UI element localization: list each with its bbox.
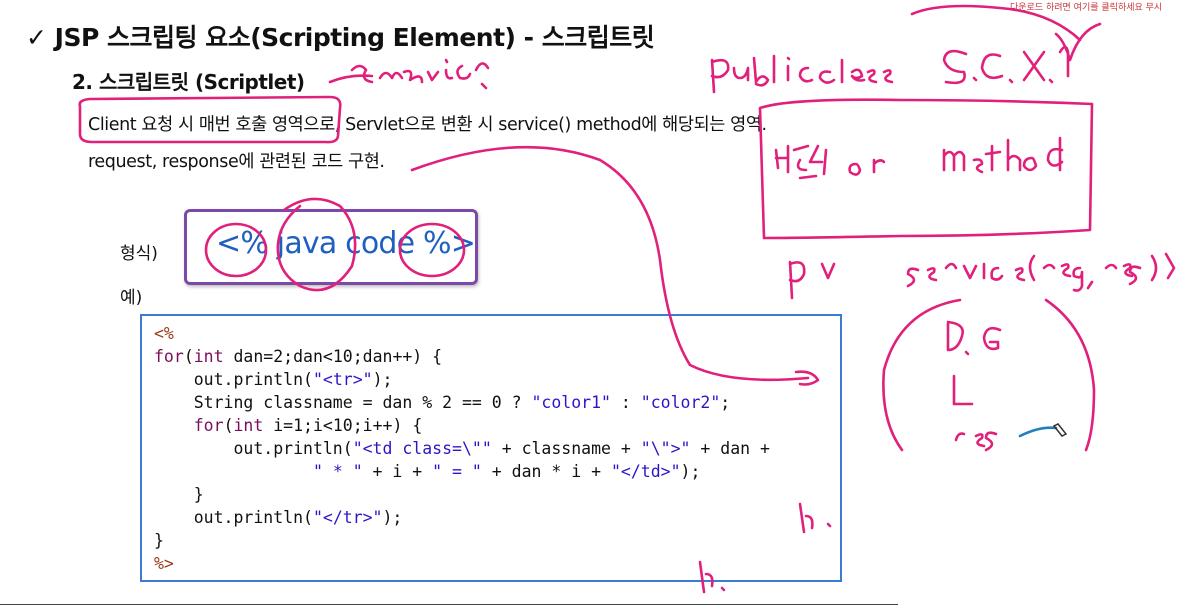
syntax-text: <% java code %>: [216, 226, 476, 261]
code-token: out.println(: [154, 370, 313, 389]
code-token: " = ": [432, 462, 482, 481]
code-token: );: [680, 462, 701, 481]
code-token: "color2": [640, 393, 721, 412]
code-token: out.println(: [154, 508, 313, 527]
code-token: int: [193, 347, 224, 366]
code-token: for: [154, 347, 184, 366]
section-subtitle: 2. 스크립트릿 (Scriptlet): [72, 70, 305, 94]
code-token: + dan * i +: [481, 462, 611, 481]
code-token: :: [610, 393, 641, 412]
page-title-text: JSP 스크립팅 요소(Scripting Element) - 스크립트릿: [54, 23, 655, 52]
code-token: %>: [154, 554, 174, 573]
code-line: out.println("<td class=\"" + classname +…: [154, 437, 770, 460]
bottom-divider: [0, 604, 898, 605]
example-label: 예): [120, 288, 143, 308]
code-example: <% for(int dan=2;dan<10;dan++) { out.prin…: [154, 322, 770, 575]
code-token: + classname +: [491, 439, 641, 458]
code-line: for(int i=1;i<10;i++) {: [154, 414, 770, 437]
code-token: );: [382, 508, 403, 527]
code-line: for(int dan=2;dan<10;dan++) {: [154, 345, 770, 368]
download-notice-bar[interactable]: 다운로드 하려면 여기를 클릭하세요 무시: [1010, 0, 1197, 18]
code-token: (: [223, 416, 234, 435]
code-token: "<td class=\"": [352, 439, 492, 458]
code-token: + i +: [362, 462, 433, 481]
code-token: "<tr>": [312, 370, 373, 389]
code-token: }: [154, 531, 164, 550]
code-line: }: [154, 529, 770, 552]
code-line: out.println("<tr>");: [154, 368, 770, 391]
check-icon: ✓: [26, 23, 47, 52]
code-token: String classname = dan % 2 == 0 ?: [154, 393, 532, 412]
description-line-2: request, response에 관련된 코드 구현.: [88, 152, 385, 172]
code-token: "</td>": [610, 462, 681, 481]
page-title: ✓ JSP 스크립팅 요소(Scripting Element) - 스크립트릿: [26, 18, 655, 54]
code-line: <%: [154, 322, 770, 345]
code-line: " * " + i + " = " + dan * i + "</td>");: [154, 460, 770, 483]
code-token: + dan +: [690, 439, 770, 458]
code-token: out.println(: [154, 439, 353, 458]
code-line: %>: [154, 552, 770, 575]
description-rest: 으로, Servlet으로 변환 시 service() method에 해당되…: [303, 115, 767, 135]
code-line: String classname = dan % 2 == 0 ? "color…: [154, 391, 770, 414]
code-token: "\">": [640, 439, 691, 458]
code-token: (: [183, 347, 194, 366]
code-token: "color1": [531, 393, 611, 412]
code-token: );: [372, 370, 393, 389]
code-token: int: [233, 416, 264, 435]
code-token: }: [154, 485, 204, 504]
description-line-1: Client 요청 시 매번 호출 영역으로, Servlet으로 변환 시 s…: [88, 111, 767, 136]
format-label: 형식): [120, 244, 158, 264]
code-token: for: [193, 416, 224, 435]
code-token: " * ": [312, 462, 363, 481]
code-token: i=1;i<10;i++) {: [263, 416, 423, 435]
code-token: <%: [154, 324, 174, 343]
code-token: dan=2;dan<10;dan++) {: [223, 347, 443, 366]
code-token: ;: [720, 393, 731, 412]
description-highlight: Client 요청 시 매번 호출 영역: [88, 115, 304, 135]
code-token: "</tr>": [312, 508, 383, 527]
code-line: }: [154, 483, 770, 506]
code-line: out.println("</tr>");: [154, 506, 770, 529]
